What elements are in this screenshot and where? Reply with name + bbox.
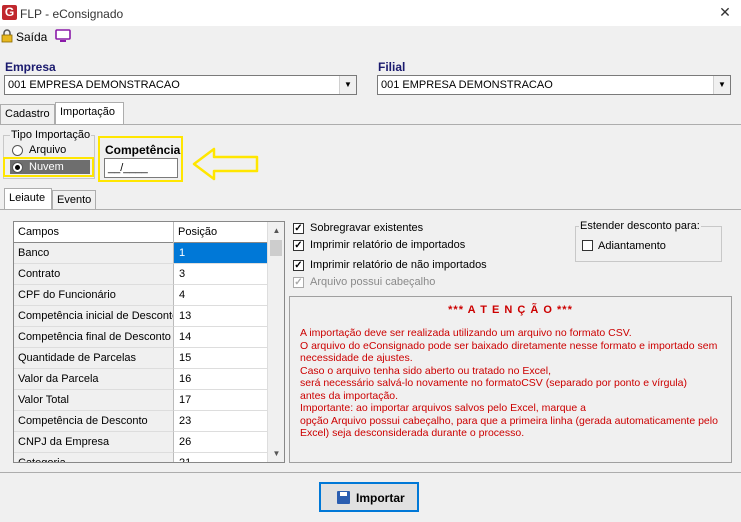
tipo-importacao-title: Tipo Importação [10,129,92,141]
table-row[interactable]: Categoria 21 [14,453,267,462]
warning-title: *** A T E N Ç Ã O *** [448,304,573,316]
radio-arquivo[interactable] [12,145,23,156]
empresa-select[interactable]: 001 EMPRESA DEMONSTRACAO ▼ [4,75,357,95]
bottom-divider [0,472,741,473]
import-button-label: Importar [356,491,405,505]
import-button[interactable]: Importar [319,482,419,512]
table-row[interactable]: CPF do Funcionário 4 [14,285,267,306]
grid-cell-posicao[interactable]: 14 [174,327,267,348]
grid-cell-campo: Competência final de Desconto [14,327,174,348]
table-row[interactable]: Quantidade de Parcelas 15 [14,348,267,369]
table-row[interactable]: Valor Total 17 [14,390,267,411]
grid-cell-campo: CNPJ da Empresa [14,432,174,453]
grid-cell-posicao[interactable]: 1 [174,243,267,264]
scroll-thumb[interactable] [270,240,282,256]
table-row[interactable]: Valor da Parcela 16 [14,369,267,390]
table-row[interactable]: Banco 1 [14,243,267,264]
warning-line: Caso o arquivo tenha sido aberto ou trat… [300,364,551,377]
app-logo-icon: G [2,5,17,20]
warning-line: Importante: ao importar arquivos salvos … [300,402,586,414]
adiantamento-checkbox[interactable] [582,240,593,251]
grid-cell-posicao[interactable]: 4 [174,285,267,306]
tab-evento[interactable]: Evento [52,190,96,210]
adiantamento-label[interactable]: Adiantamento [598,240,666,252]
radio-arquivo-label[interactable]: Arquivo [29,144,66,156]
warning-panel: *** A T E N Ç Ã O *** A importação deve … [289,296,732,463]
chevron-down-icon[interactable]: ▼ [339,76,356,94]
grid-cell-campo: Categoria [14,453,174,462]
window-title: FLP - eConsignado [20,7,124,21]
grid-cell-campo: Quantidade de Parcelas [14,348,174,369]
title-bar: G FLP - eConsignado ✕ [0,0,741,26]
warning-line: Excel) seja desconsiderada durante o pro… [300,427,525,439]
empresa-label: Empresa [5,60,56,74]
table-row[interactable]: Competência inicial de Desconto 13 [14,306,267,327]
imprimir-nao-importados-label[interactable]: Imprimir relatório de não importados [310,259,487,271]
possui-cabecalho-checkbox: ✓ [293,277,304,288]
chevron-down-icon[interactable]: ▼ [713,76,730,94]
exit-button[interactable]: Saída [16,30,47,44]
warning-line: A importação deve ser realizada utilizan… [300,327,632,339]
grid-cell-campo: Competência inicial de Desconto [14,306,174,327]
scroll-up-icon[interactable]: ▲ [268,222,284,239]
arrow-left-icon [192,147,259,181]
warning-line: O arquivo do eConsignado pode ser baixad… [300,339,718,352]
grid-cell-posicao[interactable]: 21 [174,453,267,462]
grid-header-posicao: Posição [178,226,218,238]
grid-cell-posicao[interactable]: 3 [174,264,267,285]
warning-line: será necessário salvá-lo novamente no fo… [300,377,687,389]
lock-icon[interactable] [1,29,13,43]
filial-select[interactable]: 001 EMPRESA DEMONSTRACAO ▼ [377,75,731,95]
grid-cell-campo: Contrato [14,264,174,285]
campos-grid[interactable]: Campos Posição Banco 1 Contrato 3 CPF do Fun… [13,221,285,463]
close-button[interactable]: ✕ [717,4,733,20]
grid-cell-posicao[interactable]: 26 [174,432,267,453]
imprimir-importados-checkbox[interactable]: ✓ [293,240,304,251]
warning-line: opção Arquivo possui cabeçalho, para que… [300,414,718,427]
grid-cell-posicao[interactable]: 23 [174,411,267,432]
possui-cabecalho-label: Arquivo possui cabeçalho [310,276,436,288]
table-row[interactable]: Competência de Desconto 23 [14,411,267,432]
competencia-input[interactable]: __/____ [104,158,178,178]
grid-header-campos: Campos [14,222,174,243]
toolbar: Saída [0,26,741,48]
grid-scrollbar[interactable]: ▲ ▼ [267,222,284,462]
grid-cell-campo: Valor Total [14,390,174,411]
scroll-down-icon[interactable]: ▼ [268,445,284,462]
tab-importacao[interactable]: Importação [55,102,124,124]
estender-title: Estender desconto para: [579,220,701,232]
grid-header: Campos Posição [14,222,267,243]
empresa-value: 001 EMPRESA DEMONSTRACAO [8,79,180,91]
grid-cell-posicao[interactable]: 17 [174,390,267,411]
warning-line: necessidade de ajustes. [300,352,413,364]
grid-cell-campo: Competência de Desconto [14,411,174,432]
subtab-border [0,209,741,210]
grid-cell-posicao[interactable]: 13 [174,306,267,327]
grid-cell-posicao[interactable]: 16 [174,369,267,390]
save-icon [337,491,350,504]
monitor-icon[interactable] [55,29,71,43]
filial-label: Filial [378,60,406,74]
table-row[interactable]: CNPJ da Empresa 26 [14,432,267,453]
tab-panel-border [0,124,741,125]
filial-value: 001 EMPRESA DEMONSTRACAO [381,79,553,91]
sobregravar-label[interactable]: Sobregravar existentes [310,222,423,234]
tab-leiaute[interactable]: Leiaute [4,188,52,210]
nuvem-highlight [3,157,94,177]
imprimir-nao-importados-checkbox[interactable]: ✓ [293,260,304,271]
warning-line: antes da importação. [300,389,399,402]
imprimir-importados-label[interactable]: Imprimir relatório de importados [310,239,465,251]
table-row[interactable]: Competência final de Desconto 14 [14,327,267,348]
tab-cadastro[interactable]: Cadastro [0,104,55,125]
grid-cell-campo: Banco [14,243,174,264]
table-row[interactable]: Contrato 3 [14,264,267,285]
grid-cell-campo: Valor da Parcela [14,369,174,390]
grid-cell-posicao[interactable]: 15 [174,348,267,369]
competencia-label: Competência [105,143,181,157]
grid-cell-campo: CPF do Funcionário [14,285,174,306]
sobregravar-checkbox[interactable]: ✓ [293,223,304,234]
